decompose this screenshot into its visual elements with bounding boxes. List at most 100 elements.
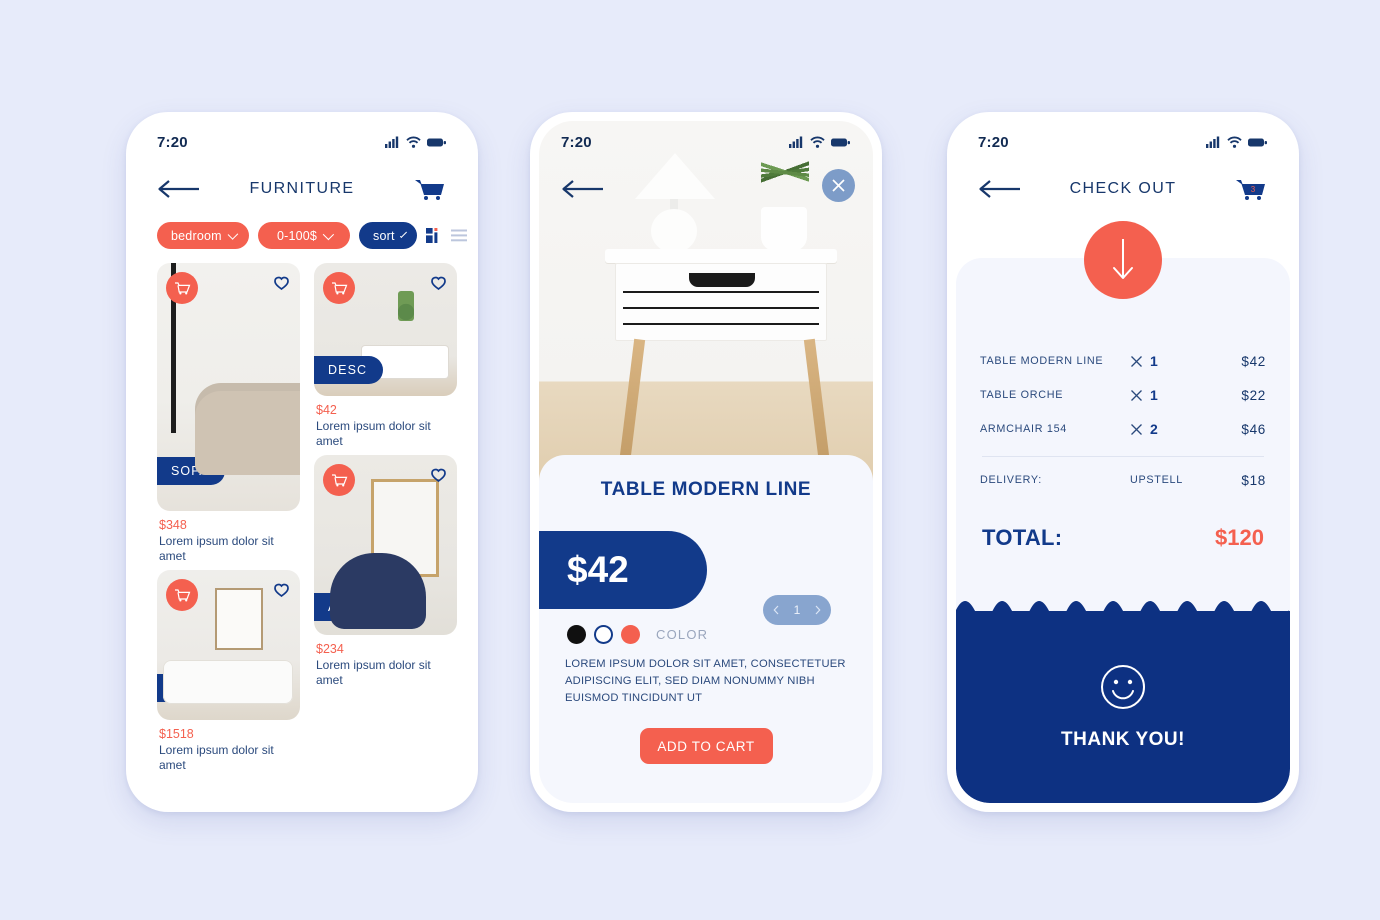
view-toggle-group (426, 228, 467, 243)
product-meta: $234 Lorem ipsum dolor sit amet (314, 635, 457, 688)
product-description: LOREM IPSUM DOLOR SIT AMET, CONSECTETUER… (565, 658, 846, 704)
receipt-row: TABLE MODERN LINE 1 $42 (980, 344, 1266, 378)
receipt-row: TABLE ORCHE 1 $22 (980, 378, 1266, 412)
item-name: ARMCHAIR 154 (980, 423, 1067, 435)
product-image: SOFA (157, 570, 300, 720)
add-to-cart-button[interactable]: ADD TO CART (639, 728, 773, 765)
list-view-icon[interactable] (451, 229, 467, 242)
multiply-icon (1131, 389, 1142, 401)
receipt-row: ARMCHAIR 154 2 $46 (980, 412, 1266, 446)
table-leg-decoration (803, 338, 830, 458)
chevron-down-icon (322, 228, 335, 240)
delivery-label: DELIVERY: (980, 474, 1042, 486)
item-price: $42 (1241, 353, 1266, 369)
table-top-decoration (605, 249, 837, 263)
quantity-value: 1 (793, 603, 801, 617)
item-name: TABLE MODERN LINE (980, 355, 1104, 367)
favorite-heart-icon[interactable] (274, 583, 289, 598)
filter-category[interactable]: bedroom (157, 222, 249, 249)
item-price: $22 (1241, 387, 1266, 403)
product-meta: $1518 Lorem ipsum dolor sit amet (157, 720, 300, 773)
back-arrow-icon[interactable] (561, 178, 605, 200)
product-card[interactable]: SOFA $1518 Lorem ipsum dolor sit amet (157, 570, 300, 773)
listing-screen: 7:20 FURNITURE bedroom 0-100$ sort SOFA … (135, 121, 469, 803)
download-arrow-icon (1113, 239, 1133, 279)
product-image: DESC (314, 263, 457, 396)
product-card[interactable]: SOFA $348 Lorem ipsum dolor sit amet (157, 263, 300, 564)
product-column-right: DESC $42 Lorem ipsum dolor sit amet ARMC… (314, 263, 457, 779)
product-meta: $42 Lorem ipsum dolor sit amet (314, 396, 457, 449)
back-arrow-icon[interactable] (157, 178, 201, 200)
product-meta: $348 Lorem ipsum dolor sit amet (157, 511, 300, 564)
quantity-stepper[interactable]: 1 (763, 595, 831, 625)
product-card[interactable]: ARMCHAIR $234 Lorem ipsum dolor sit amet (314, 455, 457, 688)
back-arrow-icon[interactable] (978, 178, 1022, 200)
color-swatch-black[interactable] (567, 625, 586, 644)
favorite-heart-icon[interactable] (431, 276, 446, 291)
total-label: TOTAL: (982, 525, 1063, 550)
battery-icon (831, 138, 850, 147)
status-icons (385, 136, 447, 148)
signal-icon (789, 136, 803, 148)
status-clock: 7:20 (978, 133, 1009, 151)
download-receipt-button[interactable] (1084, 221, 1162, 299)
total-value: $120 (1215, 525, 1264, 550)
battery-icon (427, 138, 446, 147)
product-column-left: SOFA $348 Lorem ipsum dolor sit amet SOF… (157, 263, 300, 779)
item-name: TABLE ORCHE (980, 389, 1064, 401)
cart-count-badge: 3 (1251, 185, 1256, 194)
cart-icon (174, 282, 190, 295)
product-tag: ARMCHAIR (314, 593, 420, 621)
add-to-cart-icon-button[interactable] (166, 272, 198, 304)
filter-price-label: 0-100$ (276, 228, 318, 243)
chevron-down-icon (399, 230, 407, 238)
lamp-base-decoration (651, 209, 697, 253)
cart-icon (331, 282, 347, 295)
phone-listing: 7:20 FURNITURE bedroom 0-100$ sort SOFA … (126, 112, 478, 812)
item-price: $46 (1241, 421, 1266, 437)
wifi-icon (406, 136, 421, 148)
cart-icon[interactable] (413, 176, 447, 202)
product-price: $348 (159, 518, 187, 532)
phone-detail: 7:20 TABLE MODERN LINE $42 1 COLOR LOREM… (530, 112, 882, 812)
chevron-down-icon (227, 228, 239, 240)
add-to-cart-icon-button[interactable] (323, 464, 355, 496)
item-quantity: 1 (1130, 387, 1202, 403)
product-price: $1518 (159, 727, 194, 741)
product-tag: SOFA (157, 674, 225, 702)
status-clock: 7:20 (157, 133, 188, 151)
product-grid: SOFA $348 Lorem ipsum dolor sit amet SOF… (135, 249, 469, 779)
color-swatch-coral[interactable] (621, 625, 640, 644)
chevron-left-icon[interactable] (773, 605, 779, 615)
filter-sort[interactable]: sort (359, 222, 417, 249)
cart-icon[interactable]: 3 (1234, 176, 1268, 202)
favorite-heart-icon[interactable] (274, 276, 289, 291)
multiply-icon (1131, 423, 1142, 435)
add-to-cart-icon-button[interactable] (323, 272, 355, 304)
grid-view-icon[interactable] (426, 228, 442, 243)
filter-price[interactable]: 0-100$ (258, 222, 350, 249)
color-label: COLOR (656, 627, 709, 642)
wifi-icon (1227, 136, 1242, 148)
close-button[interactable] (822, 169, 855, 202)
cart-icon (174, 589, 190, 602)
status-bar: 7:20 (956, 121, 1290, 163)
add-to-cart-icon-button[interactable] (166, 579, 198, 611)
detail-screen: 7:20 TABLE MODERN LINE $42 1 COLOR LOREM… (539, 121, 873, 803)
product-desc: Lorem ipsum dolor sit amet (159, 534, 274, 563)
product-price: $234 (316, 642, 344, 656)
item-quantity: 1 (1130, 353, 1202, 369)
favorite-heart-icon[interactable] (431, 468, 446, 483)
item-qty-value: 1 (1150, 387, 1159, 403)
color-swatch-white[interactable] (594, 625, 613, 644)
multiply-icon (1131, 355, 1142, 367)
chevron-right-icon[interactable] (815, 605, 821, 615)
receipt-divider (982, 456, 1264, 457)
battery-icon (1248, 138, 1267, 147)
thank-you-text: THANK YOU! (1061, 729, 1185, 750)
signal-icon (385, 136, 399, 148)
product-desc: Lorem ipsum dolor sit amet (316, 658, 431, 687)
product-card[interactable]: DESC $42 Lorem ipsum dolor sit amet (314, 263, 457, 449)
drawer-line-decoration (623, 307, 819, 309)
delivery-row: DELIVERY: UPSTELL $18 (980, 463, 1266, 497)
